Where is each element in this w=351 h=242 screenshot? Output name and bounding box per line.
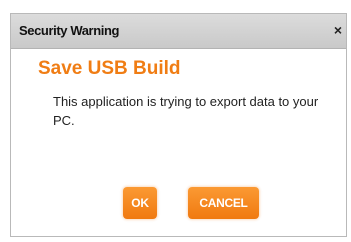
dialog-titlebar: Security Warning × bbox=[11, 14, 346, 49]
cancel-button[interactable]: CANCEL bbox=[188, 187, 259, 219]
close-icon[interactable]: × bbox=[330, 20, 346, 40]
dialog-title: Security Warning bbox=[19, 23, 120, 38]
security-warning-dialog: Security Warning × Save USB Build This a… bbox=[10, 13, 347, 237]
dialog-message: This application is trying to export dat… bbox=[53, 94, 319, 128]
ok-button[interactable]: OK bbox=[123, 187, 157, 219]
dialog-heading: Save USB Build bbox=[38, 58, 181, 79]
